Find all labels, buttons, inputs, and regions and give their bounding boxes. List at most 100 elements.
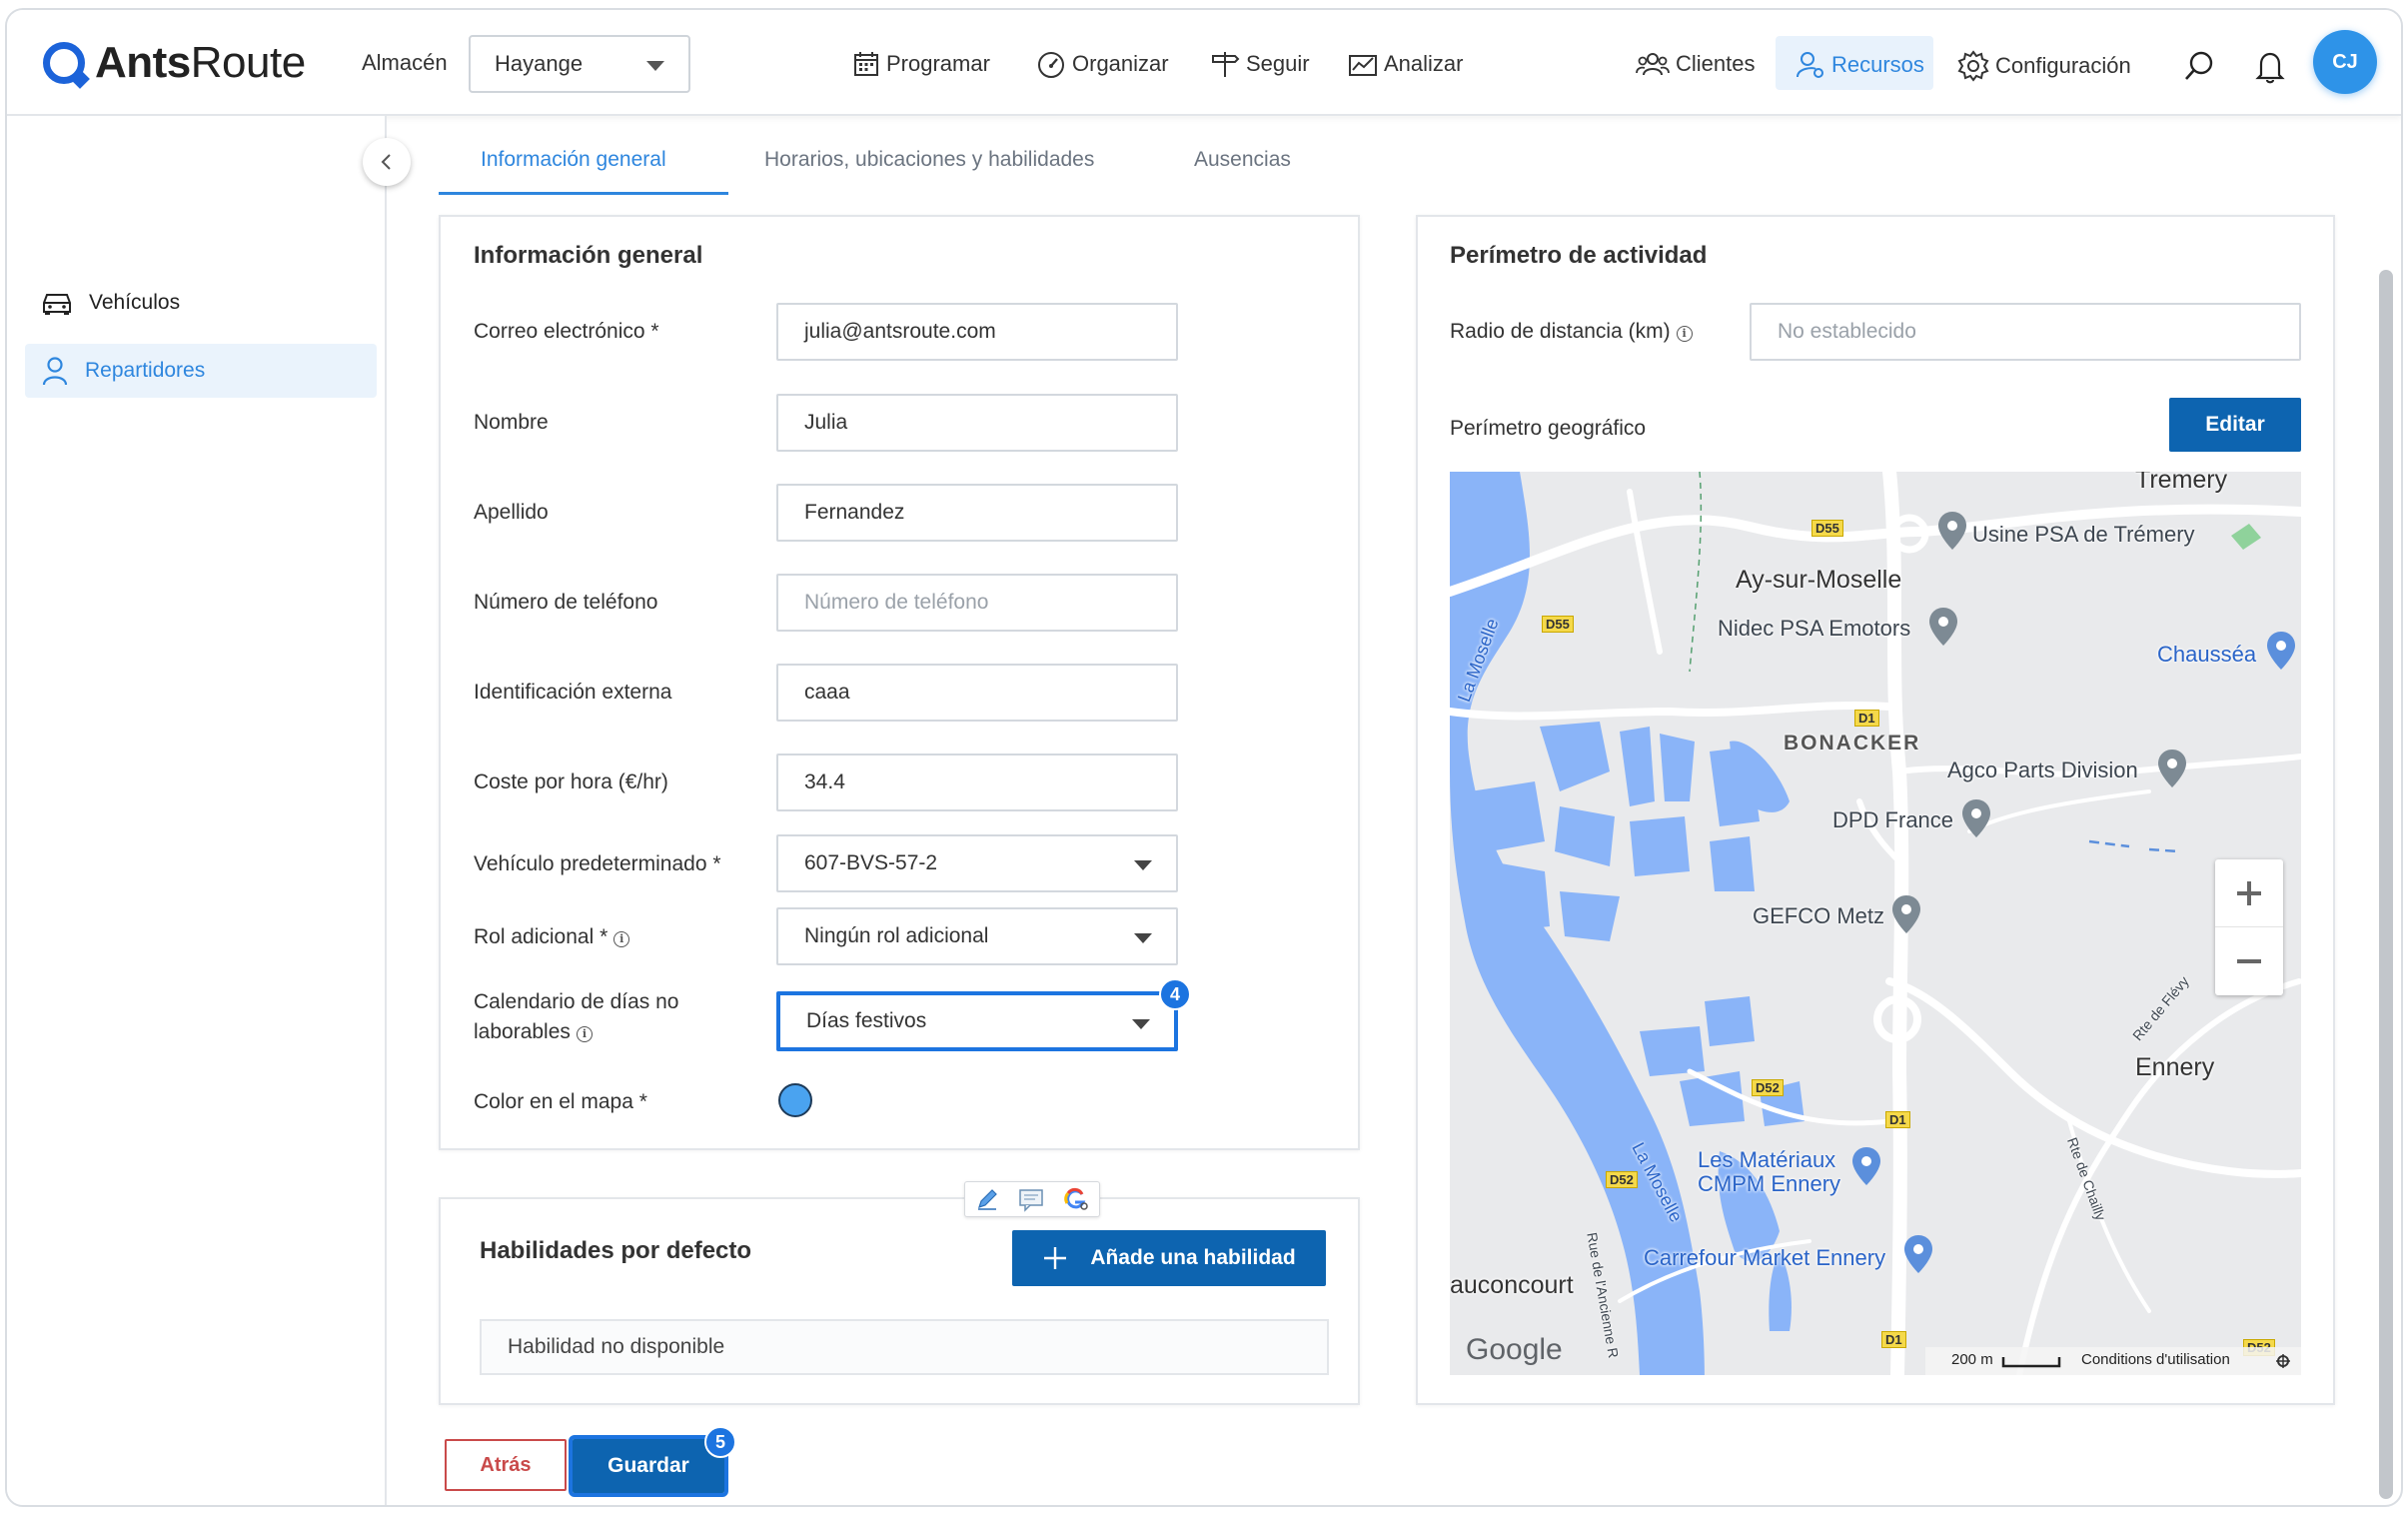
chevron-down-icon (1134, 860, 1152, 870)
add-skill-label: Añade una habilidad (1090, 1246, 1296, 1269)
default-vehicle-select[interactable]: 607-BVS-57-2 (776, 834, 1178, 892)
phone-field[interactable]: Número de teléfono (776, 574, 1178, 632)
warehouse-select[interactable]: Hayange (469, 35, 690, 93)
edit-perimeter-button[interactable]: Editar (2169, 398, 2301, 452)
nav-label: Programar (886, 51, 990, 76)
nav-label: Organizar (1072, 51, 1169, 76)
calendar-label-line1: Calendario de días no (474, 990, 679, 1013)
map-label-usine-psa: Usine PSA de Trémery (1972, 522, 2195, 547)
last-name-field[interactable]: Fernandez (776, 484, 1178, 542)
nav-label: Clientes (1676, 51, 1756, 76)
antsroute-logo-icon (43, 42, 85, 84)
map-label-ennery: Ennery (2135, 1053, 2215, 1081)
road-badge: D1 (1881, 1331, 1906, 1348)
map-label-tremery: Tremery (2135, 472, 2228, 494)
tab-ausencias[interactable]: Ausencias (1194, 148, 1291, 172)
map-label-materiaux-1: Les Matériaux (1698, 1147, 1836, 1172)
geo-perimeter-label: Perímetro geográfico (1450, 417, 1647, 440)
phone-placeholder: Número de teléfono (804, 591, 989, 614)
nav-organizar[interactable]: Organizar (1036, 50, 1169, 78)
sidebar-item-label: Vehículos (89, 291, 181, 314)
map-color-swatch[interactable] (778, 1083, 812, 1117)
google-search-icon[interactable] (1062, 1186, 1090, 1212)
tab-horarios[interactable]: Horarios, ubicaciones y habilidades (764, 148, 1094, 172)
calendar-value: Días festivos (806, 1009, 927, 1032)
skills-title: Habilidades por defecto (480, 1237, 752, 1264)
map-label-nidec: Nidec PSA Emotors (1718, 616, 1911, 641)
default-vehicle-value: 607-BVS-57-2 (804, 851, 938, 874)
general-info-title: Información general (474, 242, 703, 269)
nav-seguir[interactable]: Seguir (1210, 50, 1310, 78)
radius-label-text: Radio de distancia (km) (1450, 320, 1671, 343)
active-tab-indicator (439, 192, 728, 195)
pencil-icon[interactable] (974, 1186, 1000, 1212)
search-button[interactable] (2183, 50, 2215, 87)
first-name-field[interactable]: Julia (776, 394, 1178, 452)
first-name-label: Nombre (474, 411, 549, 434)
nav-label: Recursos (1831, 52, 1924, 77)
comment-icon[interactable] (1017, 1186, 1045, 1212)
email-field[interactable]: julia@antsroute.com (776, 303, 1178, 361)
map-label-materiaux-2: CMPM Ennery (1698, 1171, 1841, 1196)
nav-analizar[interactable]: Analizar (1348, 50, 1463, 78)
nav-recursos[interactable]: Recursos (1796, 50, 1924, 80)
map-label-carrefour: Carrefour Market Ennery (1644, 1245, 1886, 1270)
resource-user-icon (1797, 52, 1823, 78)
info-icon[interactable]: i (613, 931, 630, 947)
sidebar-item-repartidores[interactable]: Repartidores (25, 344, 377, 398)
page-scrollbar[interactable] (2379, 270, 2393, 1499)
notifications-button[interactable] (2255, 50, 2285, 89)
nav-programar[interactable]: Programar (852, 50, 990, 78)
radius-field[interactable]: No establecido (1750, 303, 2301, 361)
save-button[interactable]: Guardar (569, 1435, 728, 1497)
additional-role-select[interactable]: Ningún rol adicional (776, 907, 1178, 965)
info-icon[interactable]: i (1676, 326, 1693, 342)
email-label: Correo electrónico * (474, 320, 659, 343)
map-scale-label: 200 m (1951, 1351, 1993, 1368)
last-name-label: Apellido (474, 501, 549, 524)
map-label-agco: Agco Parts Division (1947, 757, 2138, 782)
map-view[interactable]: Tremery Usine PSA de Trémery Ay-sur-Mose… (1450, 472, 2301, 1375)
skills-empty-text: Habilidad no disponible (508, 1335, 725, 1358)
back-button[interactable]: Atrás (445, 1439, 567, 1491)
map-color-label: Color en el mapa * (474, 1090, 647, 1113)
zoom-out-button[interactable] (2215, 927, 2283, 995)
info-icon[interactable]: i (576, 1026, 593, 1042)
top-navbar: AntsRoute Almacén Hayange Programar Orga… (7, 10, 2401, 116)
road-badge: D52 (1752, 1079, 1784, 1096)
keyboard-shortcut-icon[interactable] (2275, 1353, 2291, 1369)
skills-empty-state: Habilidad no disponible (480, 1319, 1329, 1375)
collapse-sidebar-button[interactable] (363, 138, 411, 186)
map-label-auconcourt: auconcourt (1450, 1271, 1574, 1299)
road-badge: D55 (1542, 616, 1574, 633)
map-label-dpd: DPD France (1832, 807, 1954, 832)
map-label-ay-sur-moselle: Ay-sur-Moselle (1736, 566, 1902, 594)
map-terms-link[interactable]: Conditions d'utilisation (2081, 1351, 2230, 1368)
road-badge: D1 (1854, 710, 1879, 727)
warehouse-label: Almacén (362, 50, 448, 75)
sidebar-item-vehiculos[interactable]: Vehículos (25, 276, 377, 330)
external-id-field[interactable]: caaa (776, 664, 1178, 722)
person-icon (42, 357, 68, 386)
user-avatar[interactable]: CJ (2313, 30, 2377, 94)
hourly-cost-field[interactable]: 34.4 (776, 754, 1178, 811)
calendar-label-line2: laborables i (474, 1017, 593, 1047)
default-vehicle-label: Vehículo predeterminado * (474, 852, 721, 875)
calendar-select[interactable]: Días festivos (776, 991, 1178, 1051)
tab-informacion-general[interactable]: Información general (481, 148, 666, 172)
nav-configuracion[interactable]: Configuración (1957, 50, 2131, 82)
radius-label: Radio de distancia (km) i (1450, 317, 1693, 347)
zoom-in-button[interactable] (2215, 859, 2283, 927)
add-skill-button[interactable]: Añade una habilidad (1012, 1230, 1326, 1286)
step-badge: 5 (704, 1426, 736, 1458)
antsroute-logo[interactable]: AntsRoute (43, 38, 306, 88)
brand-name: AntsRoute (95, 38, 306, 87)
email-value: julia@antsroute.com (804, 320, 996, 343)
nav-clientes[interactable]: Clientes (1636, 50, 1755, 78)
sidebar: Vehículos Repartidores (7, 116, 387, 1505)
plus-icon (2237, 880, 2261, 905)
sidebar-item-label: Repartidores (85, 359, 206, 382)
signpost-icon (1212, 52, 1240, 77)
gauge-icon (1038, 52, 1064, 78)
external-id-label: Identificación externa (474, 681, 672, 704)
